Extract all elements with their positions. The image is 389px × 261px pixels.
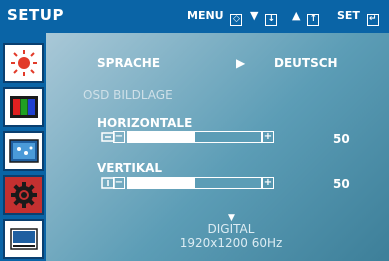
menu-hint: MENU ◇: [187, 9, 243, 26]
horizontal-slider[interactable]: − +: [101, 129, 353, 145]
up-triangle-icon: ▲: [292, 9, 301, 22]
sidebar-item-image[interactable]: [3, 131, 44, 171]
horizontal-value: 50: [333, 132, 350, 146]
increase-icon[interactable]: +: [262, 177, 274, 189]
signal-type: DIGITAL: [207, 222, 255, 236]
brightness-icon: [10, 50, 37, 76]
horizontal-label: HORIZONTALE: [97, 116, 193, 130]
signal-resolution: 1920x1200 60Hz: [179, 236, 283, 250]
diamond-icon: ◇: [230, 14, 243, 26]
increase-icon[interactable]: +: [262, 131, 274, 143]
sidebar: [0, 33, 46, 261]
sidebar-item-color[interactable]: [3, 87, 44, 127]
language-value[interactable]: DEUTSCH: [274, 56, 338, 70]
decrease-icon[interactable]: −: [113, 177, 125, 189]
language-label: SPRACHE: [97, 56, 161, 70]
menu-hint-label: MENU: [187, 9, 224, 22]
section-title: OSD BILDLAGE: [83, 88, 173, 102]
horizontal-fill: [128, 132, 195, 142]
enter-icon: ↵: [366, 14, 379, 26]
color-bars-icon: [9, 96, 38, 118]
vertical-fill: [128, 178, 195, 188]
set-hint-label: SET: [337, 9, 360, 22]
down-triangle-icon: ▼: [250, 9, 259, 22]
horizontal-track[interactable]: [127, 131, 262, 143]
image-icon: [8, 139, 39, 163]
sidebar-item-settings[interactable]: [3, 175, 44, 215]
set-hint: SET ↵: [337, 9, 379, 26]
language-arrow-icon[interactable]: ▶: [236, 56, 245, 70]
vertical-track[interactable]: [127, 177, 262, 189]
vertical-slider[interactable]: − +: [101, 175, 353, 191]
vertical-label: VERTIKAL: [97, 161, 163, 175]
app-title: SETUP: [7, 6, 64, 24]
arrow-up-icon: ↑: [307, 14, 320, 26]
osd-window-icon: [9, 228, 38, 250]
vertical-value: 50: [333, 177, 350, 191]
sidebar-item-osd[interactable]: [3, 219, 44, 259]
gear-icon: [10, 182, 37, 208]
sidebar-item-brightness[interactable]: [3, 43, 44, 83]
arrow-down-icon: ↓: [265, 14, 278, 26]
up-hint: ▲ ↑: [292, 9, 320, 26]
down-hint: ▼ ↓: [250, 9, 278, 26]
main-panel: SPRACHE ▶ DEUTSCH OSD BILDLAGE HORIZONTA…: [46, 33, 389, 261]
decrease-icon[interactable]: −: [113, 131, 125, 143]
top-bar: SETUP MENU ◇ ▼ ↓ ▲ ↑ SET ↵: [0, 0, 389, 33]
